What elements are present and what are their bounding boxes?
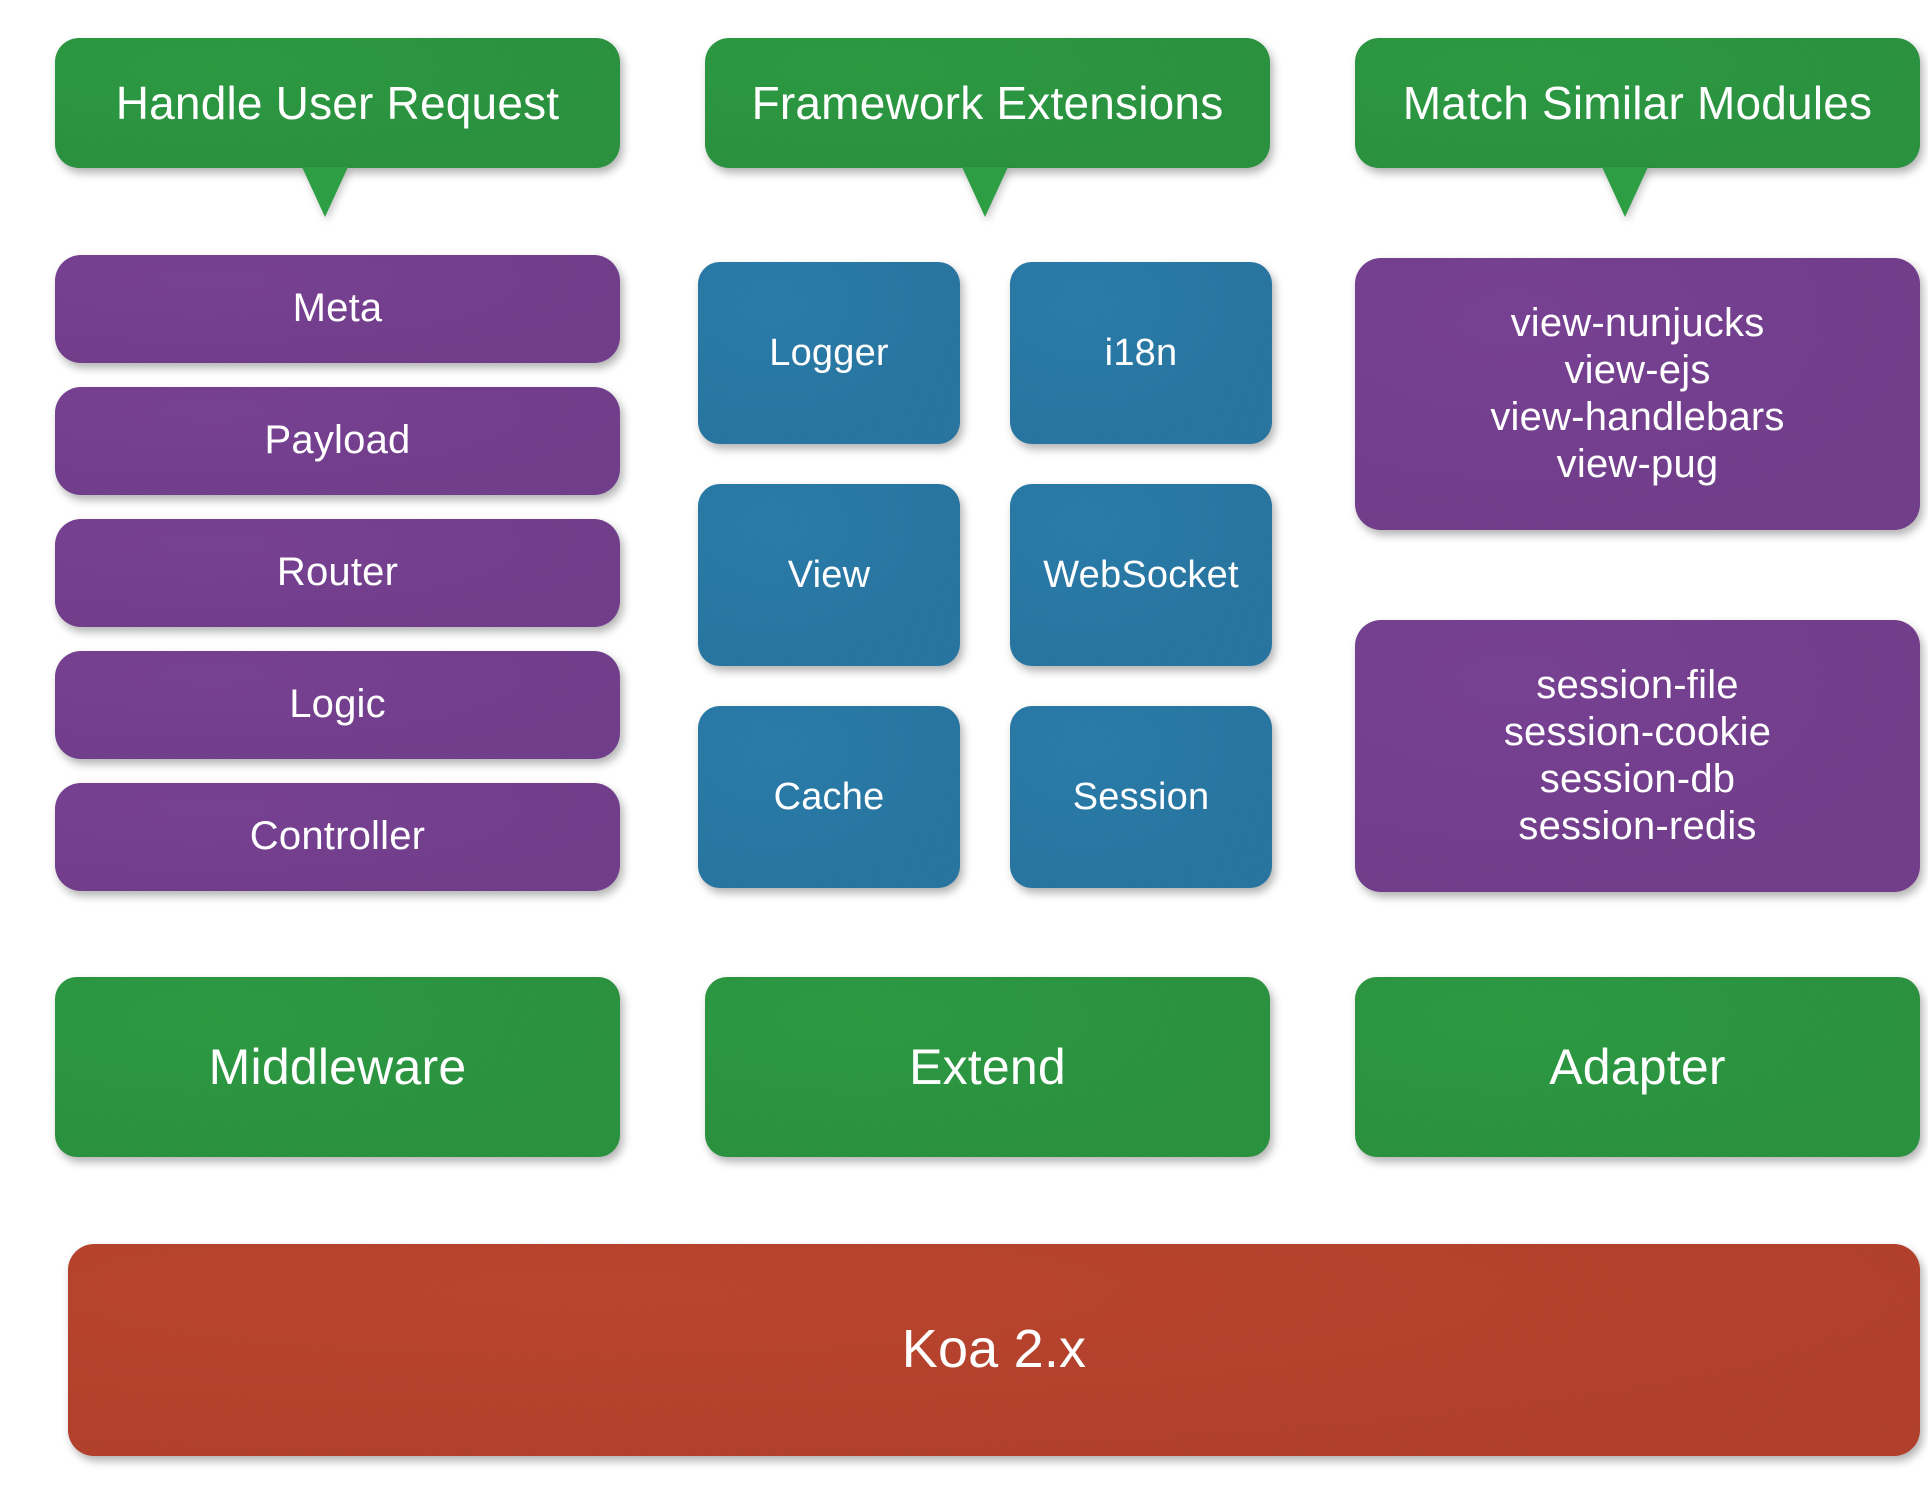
grid-item-websocket[interactable]: WebSocket bbox=[1010, 484, 1272, 666]
base-layer-koa[interactable]: Koa 2.x bbox=[68, 1244, 1920, 1456]
lane-label-text: Extend bbox=[909, 1038, 1066, 1095]
grid-item-cache[interactable]: Cache bbox=[698, 706, 960, 888]
grid-item-session[interactable]: Session bbox=[1010, 706, 1272, 888]
stack-item-label: Logic bbox=[289, 682, 386, 727]
callout-handle-user-request: Handle User Request bbox=[55, 38, 620, 168]
callout-tail-handle-user-request bbox=[302, 167, 348, 217]
grid-item-view[interactable]: View bbox=[698, 484, 960, 666]
lane-label-adapter[interactable]: Adapter bbox=[1355, 977, 1920, 1157]
callout-framework-extensions: Framework Extensions bbox=[705, 38, 1270, 168]
adapter-list-session: session-file session-cookie session-db s… bbox=[1504, 662, 1771, 851]
adapter-group-session[interactable]: session-file session-cookie session-db s… bbox=[1355, 620, 1920, 892]
adapter-item: view-ejs bbox=[1564, 347, 1711, 392]
grid-item-label: WebSocket bbox=[1043, 553, 1239, 596]
callout-tail-match-similar-modules bbox=[1602, 167, 1648, 217]
adapter-item: view-nunjucks bbox=[1510, 300, 1765, 345]
callout-label: Match Similar Modules bbox=[1402, 76, 1873, 129]
diagram-canvas: Handle User Request Meta Payload Router … bbox=[0, 0, 1928, 1498]
stack-item-router[interactable]: Router bbox=[55, 519, 620, 627]
adapter-group-view[interactable]: view-nunjucks view-ejs view-handlebars v… bbox=[1355, 258, 1920, 530]
adapter-list-view: view-nunjucks view-ejs view-handlebars v… bbox=[1490, 300, 1784, 489]
stack-item-meta[interactable]: Meta bbox=[55, 255, 620, 363]
adapter-item: view-pug bbox=[1556, 442, 1719, 487]
grid-item-logger[interactable]: Logger bbox=[698, 262, 960, 444]
callout-tail-framework-extensions bbox=[962, 167, 1008, 217]
grid-item-label: Logger bbox=[769, 331, 889, 374]
stack-item-label: Controller bbox=[249, 814, 426, 859]
lane-label-middleware[interactable]: Middleware bbox=[55, 977, 620, 1157]
stack-item-label: Payload bbox=[264, 418, 411, 463]
lane-label-text: Middleware bbox=[208, 1038, 467, 1095]
stack-item-controller[interactable]: Controller bbox=[55, 783, 620, 891]
base-layer-label: Koa 2.x bbox=[901, 1319, 1087, 1380]
lane-label-text: Adapter bbox=[1549, 1038, 1726, 1095]
callout-label: Framework Extensions bbox=[751, 76, 1224, 129]
grid-item-label: View bbox=[787, 553, 871, 596]
stack-item-logic[interactable]: Logic bbox=[55, 651, 620, 759]
adapter-item: session-redis bbox=[1518, 804, 1757, 849]
stack-item-label: Meta bbox=[292, 286, 383, 331]
adapter-item: session-file bbox=[1536, 662, 1739, 707]
grid-item-i18n[interactable]: i18n bbox=[1010, 262, 1272, 444]
adapter-item: session-cookie bbox=[1503, 709, 1772, 754]
adapter-item: view-handlebars bbox=[1490, 395, 1785, 439]
lane-label-extend[interactable]: Extend bbox=[705, 977, 1270, 1157]
grid-item-label: Cache bbox=[773, 775, 885, 818]
grid-item-label: i18n bbox=[1104, 331, 1178, 374]
stack-item-payload[interactable]: Payload bbox=[55, 387, 620, 495]
callout-match-similar-modules: Match Similar Modules bbox=[1355, 38, 1920, 168]
adapter-item: session-db bbox=[1539, 757, 1736, 801]
grid-item-label: Session bbox=[1072, 775, 1210, 818]
callout-label: Handle User Request bbox=[115, 76, 560, 129]
stack-item-label: Router bbox=[276, 550, 399, 595]
